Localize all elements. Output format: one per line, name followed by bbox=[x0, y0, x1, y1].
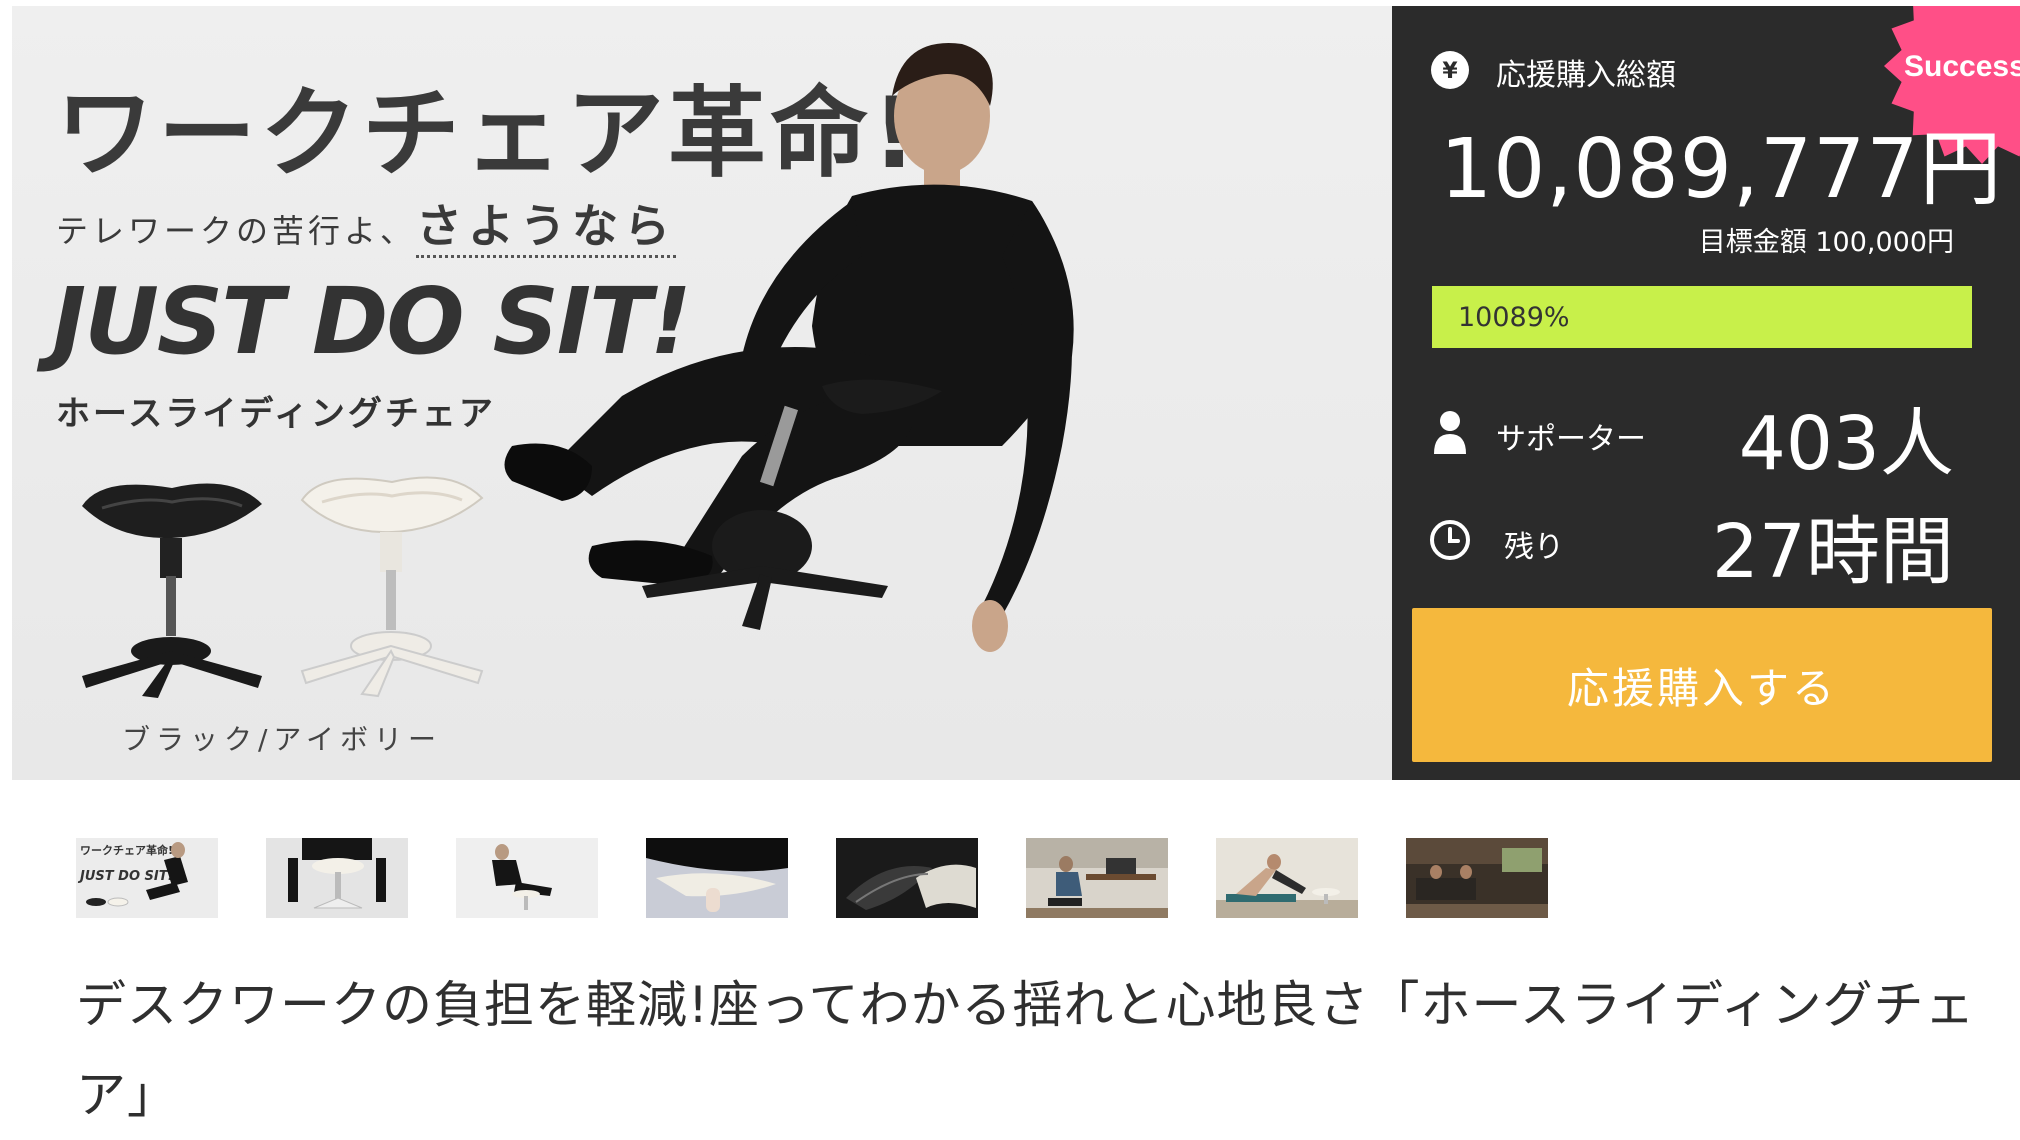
hero-subtitle-plain: テレワークの苦行よ、 bbox=[56, 212, 417, 250]
project-title: デスクワークの負担を軽減!座ってわかる揺れと心地良さ「ホースライディングチェア」 bbox=[76, 976, 1976, 1124]
total-amount: 10,089,777円 bbox=[1440, 122, 2003, 217]
thumbnail-sitting-side[interactable] bbox=[266, 838, 408, 918]
success-badge: Success! bbox=[1904, 50, 2020, 83]
thumbnail-reclining[interactable] bbox=[456, 838, 598, 918]
color-options: ブラック/アイボリー bbox=[122, 723, 443, 756]
remaining-label: 残り bbox=[1504, 530, 1564, 565]
black-chair-illustration bbox=[82, 483, 262, 698]
remaining-time: 27時間 bbox=[1711, 509, 1954, 595]
thumbnail-seat-dark[interactable] bbox=[836, 838, 978, 918]
clock-icon bbox=[1430, 520, 1470, 560]
goal-amount: 目標金額 100,000円 bbox=[1699, 220, 1954, 259]
yen-icon: ¥ bbox=[1431, 51, 1469, 89]
user-icon bbox=[1434, 411, 1466, 454]
svg-text:¥: ¥ bbox=[1442, 59, 1458, 84]
total-label: 応援購入総額 bbox=[1496, 58, 1676, 93]
support-purchase-button[interactable]: 応援購入する bbox=[1412, 608, 1992, 762]
hero-image: ワークチェア革命! テレワークの苦行よ、さようなら JUST DO SIT! ホ… bbox=[12, 6, 1392, 780]
progress-bar: 10089% bbox=[1432, 286, 1972, 348]
progress-percent: 10089% bbox=[1458, 302, 1570, 333]
supporters-label: サポーター bbox=[1496, 422, 1646, 457]
hero-product-name: ホースライディングチェア bbox=[56, 394, 496, 434]
funding-stats-panel: Success! ¥ 応援購入総額 10,089,777円 目標金額 100,0… bbox=[1392, 6, 2020, 780]
supporters-count: 403人 bbox=[1738, 401, 1954, 487]
thumbnail-hero-caption: ワークチェア革命! bbox=[80, 843, 173, 857]
thumbnail-seat-closeup[interactable] bbox=[646, 838, 788, 918]
thumbnail-office-desk[interactable] bbox=[1026, 838, 1168, 918]
thumbnail-hero[interactable]: ワークチェア革命! JUST DO SIT! bbox=[76, 838, 218, 918]
model-photo bbox=[504, 43, 1074, 652]
goal-label: 目標金額 bbox=[1698, 227, 1807, 258]
thumbnail-yoga-stretch[interactable] bbox=[1216, 838, 1358, 918]
goal-value: 100,000円 bbox=[1815, 227, 1954, 258]
thumbnail-hero-slogan: JUST DO SIT! bbox=[77, 869, 174, 884]
thumbnail-living-room[interactable] bbox=[1406, 838, 1548, 918]
